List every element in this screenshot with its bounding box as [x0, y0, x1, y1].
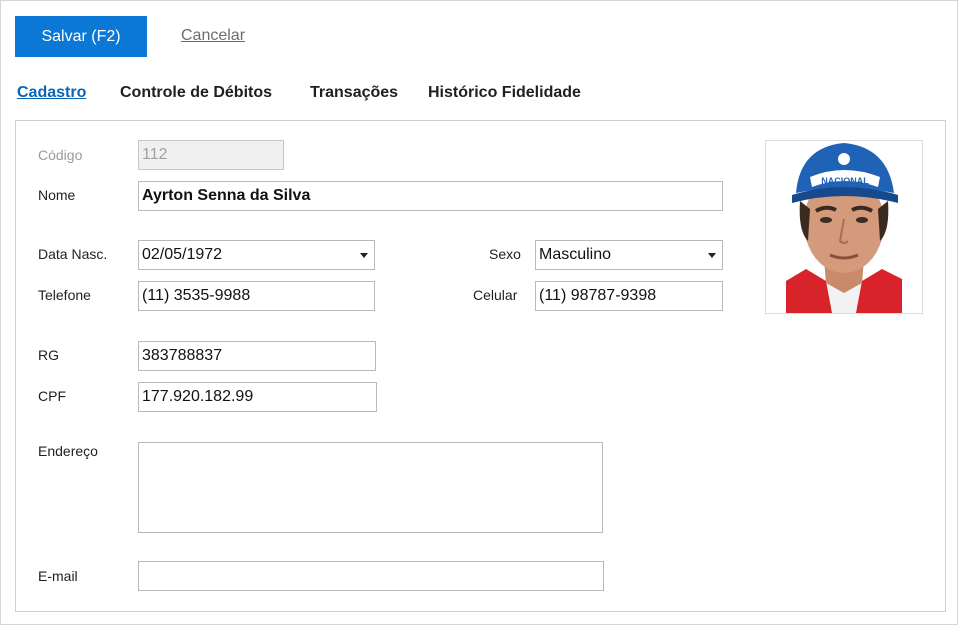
- endereco-textarea[interactable]: [138, 442, 603, 533]
- rg-label: RG: [38, 347, 59, 363]
- cancel-button[interactable]: Cancelar: [181, 27, 245, 45]
- chevron-down-icon[interactable]: [360, 253, 368, 258]
- codigo-label: Código: [38, 147, 83, 163]
- chevron-down-icon[interactable]: [708, 253, 716, 258]
- cap-logo-text: NACIONAL: [821, 176, 869, 186]
- data-nasc-picker[interactable]: 02/05/1972: [138, 240, 375, 270]
- tab-controle-de-debitos[interactable]: Controle de Débitos: [120, 84, 272, 102]
- customer-form-window: Salvar (F2) Cancelar Cadastro Controle d…: [0, 0, 958, 625]
- tab-historico-fidelidade[interactable]: Histórico Fidelidade: [428, 84, 581, 102]
- endereco-label: Endereço: [38, 443, 98, 459]
- data-nasc-value: 02/05/1972: [142, 246, 223, 263]
- tab-transacoes[interactable]: Transações: [310, 84, 398, 102]
- rg-field[interactable]: 383788837: [138, 341, 376, 371]
- cpf-label: CPF: [38, 388, 66, 404]
- nome-label: Nome: [38, 187, 76, 203]
- telefone-label: Telefone: [38, 287, 91, 303]
- sexo-value: Masculino: [539, 246, 612, 263]
- celular-label: Celular: [473, 287, 518, 303]
- celular-field[interactable]: (11) 98787-9398: [535, 281, 723, 311]
- data-nasc-label: Data Nasc.: [38, 246, 108, 262]
- telefone-field[interactable]: (11) 3535-9988: [138, 281, 375, 311]
- email-field[interactable]: [138, 561, 604, 591]
- codigo-field: 112: [138, 140, 284, 170]
- sexo-label: Sexo: [489, 246, 521, 262]
- sexo-select[interactable]: Masculino: [535, 240, 723, 270]
- customer-photo: NACIONAL: [786, 141, 902, 313]
- nome-field[interactable]: Ayrton Senna da Silva: [138, 181, 723, 211]
- email-label: E-mail: [38, 568, 78, 584]
- tab-cadastro[interactable]: Cadastro: [17, 84, 86, 102]
- save-button[interactable]: Salvar (F2): [15, 16, 147, 57]
- cpf-field[interactable]: 177.920.182.99: [138, 382, 377, 412]
